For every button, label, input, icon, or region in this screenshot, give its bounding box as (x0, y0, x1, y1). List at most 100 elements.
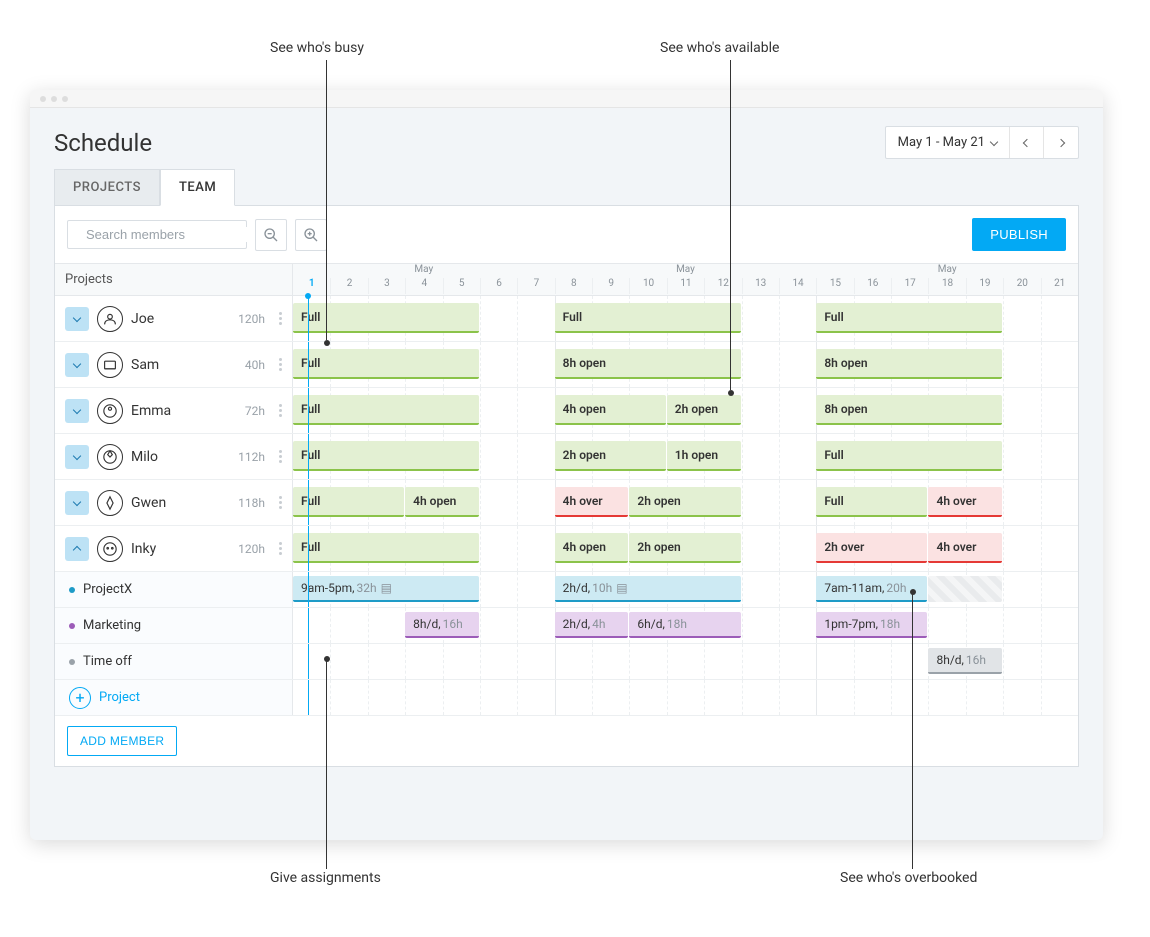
expand-toggle[interactable] (65, 399, 89, 423)
member-hours: 120h (238, 312, 265, 326)
timeline: Full 8h open 8h open (293, 342, 1078, 387)
timeline: 9am-5pm, 32h▤2h/d, 10h▤7am-11am, 20h (293, 572, 1078, 607)
drag-handle[interactable] (279, 542, 282, 555)
annotation-line (912, 592, 913, 869)
member-name: Milo (131, 449, 158, 465)
schedule-block[interactable]: Full (293, 533, 479, 563)
expand-toggle[interactable] (65, 491, 89, 515)
schedule-block[interactable]: 4h open (405, 487, 479, 517)
today-line (308, 680, 309, 715)
schedule-block[interactable]: Full (293, 487, 404, 517)
member-name: Sam (131, 357, 159, 373)
add-member-button[interactable]: ADD MEMBER (67, 726, 177, 756)
expand-toggle[interactable] (65, 307, 89, 331)
schedule-block[interactable]: 4h over (555, 487, 629, 517)
schedule-block[interactable]: 2h/d, 4h (555, 612, 629, 638)
schedule-block[interactable]: 6h/d, 18h (629, 612, 740, 638)
drag-handle[interactable] (279, 404, 282, 417)
schedule-block[interactable]: 4h open (555, 533, 629, 563)
app-window: Schedule May 1 - May 21 PROJECTS TEAM (30, 90, 1103, 840)
projects-column-header: Projects (55, 264, 293, 295)
schedule-block[interactable]: 9am-5pm, 32h▤ (293, 576, 479, 602)
schedule-block[interactable]: Full (293, 395, 479, 425)
schedule-block[interactable]: Full (555, 303, 741, 333)
member-row: Milo 112h Full2h open1h openFull (55, 434, 1078, 480)
schedule-block[interactable]: 4h open (555, 395, 666, 425)
day-label: 18 (928, 278, 965, 294)
zoom-in-button[interactable] (295, 219, 327, 251)
schedule-block[interactable]: 2h/d, 10h▤ (555, 576, 741, 602)
today-line (308, 480, 309, 525)
day-label: 11 (667, 278, 704, 294)
annotation-line (730, 60, 731, 390)
schedule-block[interactable]: 8h open (816, 349, 1002, 379)
schedule-block[interactable]: 2h over (816, 533, 927, 563)
next-period-button[interactable] (1044, 127, 1078, 158)
annotation-dot (324, 340, 330, 346)
caret-down-icon (990, 137, 998, 145)
add-project-label: Project (99, 690, 140, 705)
annotation-dot (324, 656, 330, 662)
schedule-block[interactable]: Full (816, 441, 1002, 471)
today-line (308, 342, 309, 387)
schedule-block[interactable]: 8h open (816, 395, 1002, 425)
today-line (308, 608, 309, 643)
schedule-block[interactable]: 2h open (555, 441, 666, 471)
zoom-out-button[interactable] (255, 219, 287, 251)
schedule-block[interactable]: Full (293, 349, 479, 379)
project-color-dot (69, 623, 75, 629)
schedule-block[interactable]: Full (293, 441, 479, 471)
schedule-block[interactable]: 2h open (629, 487, 740, 517)
prev-period-button[interactable] (1010, 127, 1044, 158)
day-label: 14 (779, 278, 816, 294)
project-row: Marketing 8h/d, 16h2h/d, 4h6h/d, 18h1pm-… (55, 608, 1078, 644)
window-titlebar (30, 90, 1103, 108)
tab-team[interactable]: TEAM (160, 169, 235, 206)
day-label: 8 (555, 278, 592, 294)
drag-handle[interactable] (279, 312, 282, 325)
member-name: Emma (131, 403, 171, 419)
schedule-block[interactable]: 8h/d, 16h (405, 612, 479, 638)
member-name: Joe (131, 311, 154, 327)
project-name: ProjectX (83, 582, 132, 597)
schedule-block[interactable] (928, 576, 1002, 602)
zoom-in-icon (303, 227, 319, 243)
expand-toggle[interactable] (65, 353, 89, 377)
today-line (308, 434, 309, 479)
drag-handle[interactable] (279, 450, 282, 463)
schedule-block[interactable]: 1h open (667, 441, 741, 471)
expand-toggle[interactable] (65, 445, 89, 469)
drag-handle[interactable] (279, 496, 282, 509)
add-project-button[interactable]: + Project (55, 680, 293, 715)
schedule-block[interactable]: Full (816, 303, 1002, 333)
annotation-line (326, 60, 327, 340)
day-label: 12 (704, 278, 741, 294)
schedule-block[interactable]: Full (816, 487, 927, 517)
topbar: Schedule May 1 - May 21 (30, 108, 1103, 169)
day-label: 6 (480, 278, 517, 294)
chevron-right-icon (1057, 138, 1065, 146)
project-color-dot (69, 587, 75, 593)
schedule-block[interactable]: Full (293, 303, 479, 333)
date-range-dropdown[interactable]: May 1 - May 21 (886, 127, 1010, 158)
tab-projects[interactable]: PROJECTS (54, 169, 160, 206)
drag-handle[interactable] (279, 358, 282, 371)
month-label: May (816, 264, 1078, 278)
today-marker-dot (305, 293, 311, 299)
avatar (97, 444, 123, 470)
search-input[interactable] (86, 227, 262, 242)
search-input-wrap[interactable] (67, 220, 247, 249)
publish-button[interactable]: PUBLISH (972, 218, 1066, 251)
content-panel: PUBLISH Projects MayMayMay 1234567891011… (54, 205, 1079, 767)
schedule-block[interactable]: 2h open (629, 533, 740, 563)
date-navigator: May 1 - May 21 (885, 126, 1079, 159)
schedule-block[interactable]: 8h open (555, 349, 741, 379)
expand-toggle[interactable] (65, 537, 89, 561)
schedule-block[interactable]: 4h over (928, 533, 1002, 563)
schedule-block[interactable]: 2h open (667, 395, 741, 425)
schedule-block[interactable]: 4h over (928, 487, 1002, 517)
schedule-block[interactable]: 8h/d, 16h (928, 648, 1002, 674)
timeline: 8h/d, 16h (293, 644, 1078, 679)
schedule-block[interactable]: 1pm-7pm, 18h (816, 612, 927, 638)
day-label: 1 (293, 278, 330, 294)
